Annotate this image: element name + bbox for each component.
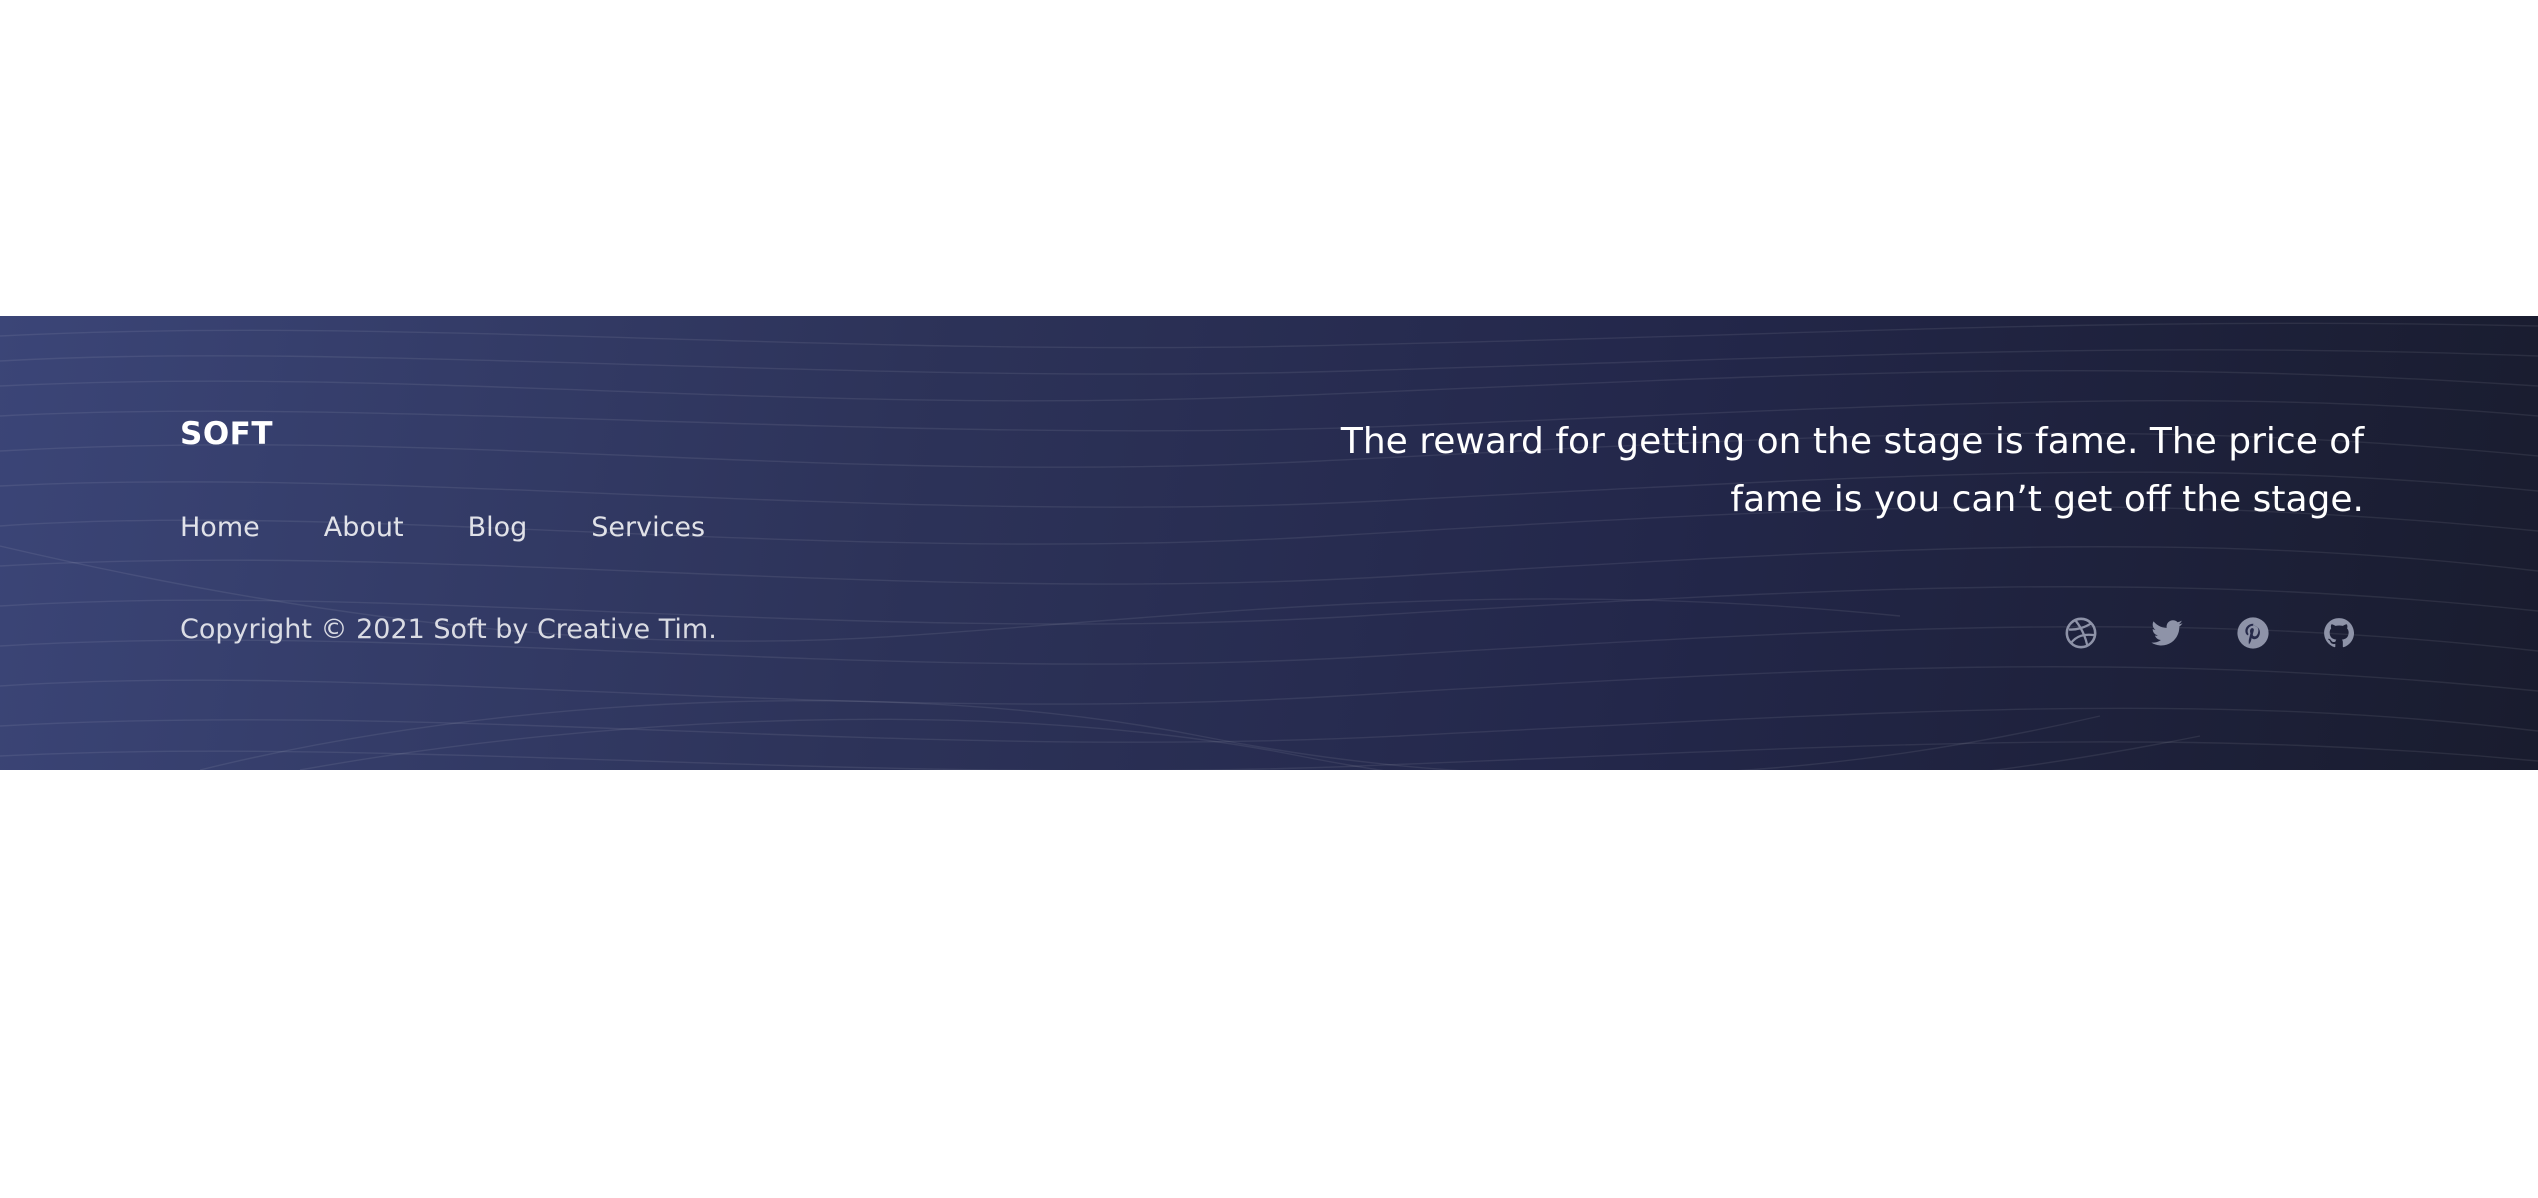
social-links [2060,612,2360,654]
footer-nav-item-about: About [324,512,404,543]
footer-quote: The reward for getting on the stage is f… [1340,421,2364,520]
footer: SOFT Home About Blog Services Copyright … [0,316,2538,770]
footer-link-blog[interactable]: Blog [468,512,528,543]
github-icon [2324,618,2355,648]
footer-link-services[interactable]: Services [591,512,705,543]
footer-nav-item-services: Services [591,512,705,543]
twitter-link[interactable] [2146,612,2188,654]
pinterest-link[interactable] [2232,612,2274,654]
copyright-text: Copyright © 2021 Soft by Creative Tim. [180,614,717,645]
wave-pattern-background [0,322,2538,770]
footer-link-about[interactable]: About [324,512,404,543]
github-link[interactable] [2318,612,2360,654]
twitter-icon [2151,620,2183,646]
pinterest-icon [2237,617,2269,649]
footer-nav-item-home: Home [180,512,260,543]
footer-link-home[interactable]: Home [180,512,260,543]
footer-nav-item-blog: Blog [468,512,528,543]
brand-logo-text[interactable]: SOFT [180,416,273,452]
footer-nav: Home About Blog Services [180,512,705,543]
dribbble-link[interactable] [2060,612,2102,654]
dribbble-icon [2065,617,2097,649]
